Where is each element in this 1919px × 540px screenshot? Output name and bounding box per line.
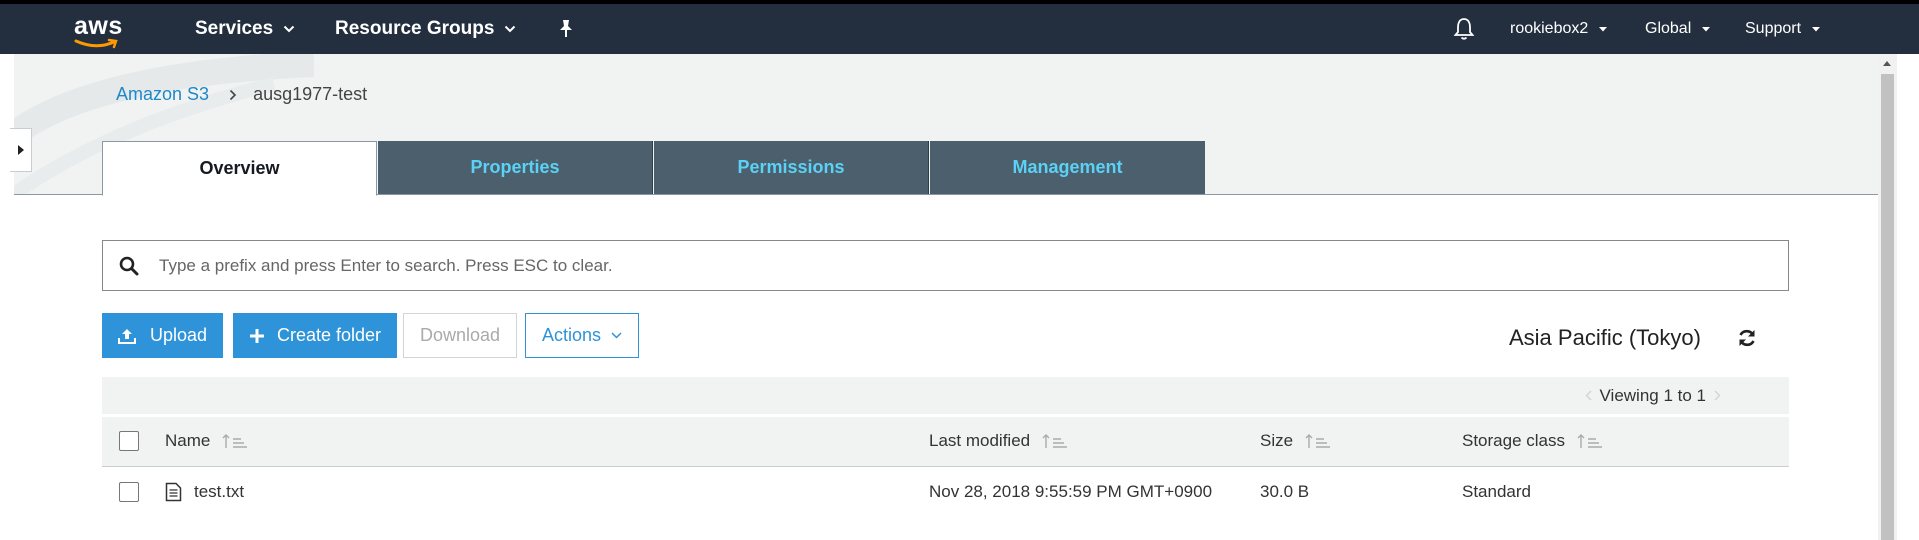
account-label: rookiebox2 (1510, 20, 1589, 37)
resource-groups-label: Resource Groups (335, 18, 495, 39)
actions-label: Actions (542, 325, 602, 345)
support-label: Support (1745, 20, 1802, 37)
table-row[interactable]: test.txt Nov 28, 2018 9:55:59 PM GMT+090… (102, 468, 1789, 518)
download-label: Download (420, 325, 501, 345)
tab-label: Properties (470, 157, 560, 177)
search-input[interactable] (159, 255, 1659, 276)
chevron-down-icon (504, 25, 516, 33)
tab-management[interactable]: Management (930, 141, 1205, 194)
bell-icon[interactable] (1453, 4, 1475, 54)
storage-class-cell: Standard (1462, 482, 1531, 501)
chevron-down-icon (611, 332, 622, 339)
column-header-name[interactable]: Name (165, 431, 248, 451)
scroll-up-arrow-icon[interactable] (1882, 60, 1892, 67)
sort-icon (1577, 433, 1603, 449)
row-checkbox[interactable] (119, 482, 139, 502)
region-menu[interactable]: Global (1645, 4, 1711, 54)
tab-overview[interactable]: Overview (102, 141, 377, 196)
chevron-down-icon (1811, 26, 1821, 33)
select-all-checkbox[interactable] (119, 431, 139, 451)
tab-permissions[interactable]: Permissions (654, 141, 929, 194)
resource-groups-menu[interactable]: Resource Groups (335, 4, 516, 54)
create-folder-button[interactable]: Create folder (233, 313, 398, 358)
pin-icon[interactable] (557, 4, 575, 54)
search-icon (119, 256, 139, 276)
upload-button[interactable]: Upload (102, 313, 224, 358)
plus-icon (249, 328, 265, 344)
column-header-last-modified[interactable]: Last modified (929, 431, 1068, 451)
sort-icon (1042, 433, 1068, 449)
aws-smile-icon (74, 38, 118, 49)
create-folder-label: Create folder (277, 325, 382, 345)
refresh-icon[interactable] (1737, 328, 1757, 348)
tab-label: Management (1012, 157, 1123, 177)
size-cell: 30.0 B (1260, 482, 1310, 501)
aws-logo[interactable]: aws (74, 12, 128, 52)
tab-label: Permissions (737, 157, 845, 177)
support-menu[interactable]: Support (1745, 4, 1821, 54)
actions-dropdown[interactable]: Actions (525, 313, 640, 358)
account-menu[interactable]: rookiebox2 (1510, 4, 1608, 54)
region-menu-label: Global (1645, 20, 1692, 37)
table-header: Name Last modified Size Storage class (102, 417, 1789, 467)
viewing-label: Viewing 1 to 1 (1599, 386, 1706, 405)
bucket-region: Asia Pacific (Tokyo) (1509, 325, 1701, 350)
chevron-down-icon (1598, 26, 1608, 33)
file-name-link[interactable]: test.txt (194, 482, 244, 502)
pagination: Viewing 1 to 1 (1577, 386, 1729, 406)
sort-icon (222, 433, 248, 449)
chevron-right-icon (229, 89, 237, 101)
last-modified-cell: Nov 28, 2018 9:55:59 PM GMT+0900 (929, 482, 1213, 501)
column-header-size[interactable]: Size (1260, 431, 1331, 451)
download-button[interactable]: Download (403, 313, 518, 358)
column-label: Size (1260, 431, 1294, 450)
scrollbar-thumb[interactable] (1881, 74, 1894, 540)
column-label: Name (165, 431, 211, 450)
chevron-right-icon[interactable] (1714, 388, 1721, 404)
column-label: Storage class (1462, 431, 1565, 450)
pagination-bar: Viewing 1 to 1 (102, 377, 1789, 414)
services-label: Services (195, 18, 274, 39)
column-label: Last modified (929, 431, 1031, 450)
window-edge (1897, 54, 1919, 540)
file-icon (165, 482, 182, 502)
breadcrumb-current: ausg1977-test (253, 84, 368, 104)
tab-properties[interactable]: Properties (378, 141, 653, 194)
column-header-storage-class[interactable]: Storage class (1462, 431, 1603, 451)
top-navbar: aws Services Resource Groups rookiebox2 (0, 0, 1919, 54)
caret-right-icon (17, 145, 24, 155)
aws-logo-text: aws (74, 12, 123, 40)
breadcrumb-root[interactable]: Amazon S3 (116, 84, 209, 105)
tab-label: Overview (199, 158, 280, 178)
upload-icon (118, 328, 136, 344)
chevron-down-icon (1701, 26, 1711, 33)
breadcrumb: Amazon S3 ausg1977-test (116, 84, 367, 105)
chevron-down-icon (283, 25, 295, 33)
sort-icon (1305, 433, 1331, 449)
sidebar-toggle[interactable] (10, 128, 32, 172)
chevron-left-icon[interactable] (1585, 388, 1592, 404)
upload-label: Upload (150, 325, 208, 345)
file-name-cell: test.txt (165, 482, 244, 502)
services-menu[interactable]: Services (195, 4, 295, 54)
search-box (102, 240, 1789, 291)
